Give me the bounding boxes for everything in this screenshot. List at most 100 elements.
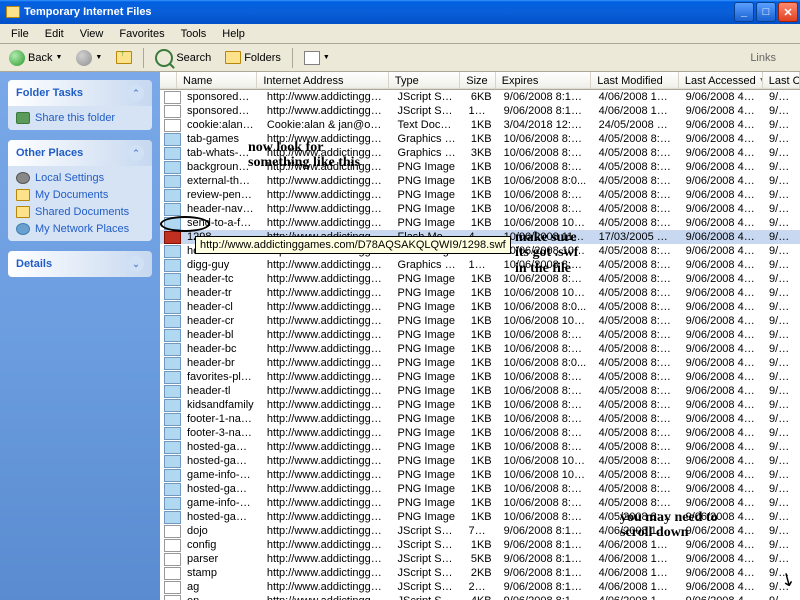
table-row[interactable]: footer-1-nav-sephttp://www.addictinggame… (160, 412, 800, 426)
file-icon (164, 301, 181, 314)
menu-tools[interactable]: Tools (174, 26, 214, 42)
file-rows[interactable]: sponsored_link...http://www.addictinggam… (160, 90, 800, 600)
file-icon (164, 399, 181, 412)
folder-icon (16, 206, 30, 218)
chevron-down-icon: ⌄ (128, 256, 144, 272)
table-row[interactable]: favorites-plus-...http://www.addictingga… (160, 370, 800, 384)
table-row[interactable]: stamphttp://www.addictinggames.co...JScr… (160, 566, 800, 580)
file-icon (164, 105, 181, 118)
table-row[interactable]: parserhttp://www.addictinggames.co...JSc… (160, 552, 800, 566)
col-accessed[interactable]: Last Accessed (679, 72, 763, 89)
table-row[interactable]: dojohttp://www.addictinggames.co...JScri… (160, 524, 800, 538)
sidebar: Folder Tasks⌃ Share this folder Other Pl… (0, 72, 160, 600)
table-row[interactable]: game-info-sha...http://www.addictinggame… (160, 468, 800, 482)
file-icon (164, 133, 181, 146)
table-row[interactable]: footer-3-nav-sephttp://www.addictinggame… (160, 426, 800, 440)
table-row[interactable]: header-tchttp://www.addictinggames.co...… (160, 272, 800, 286)
back-icon (9, 50, 25, 66)
table-row[interactable]: external-thum...http://www.addictinggame… (160, 174, 800, 188)
table-row[interactable]: hosted-game-i...http://www.addictinggame… (160, 454, 800, 468)
table-row[interactable]: header-blhttp://www.addictinggames.co...… (160, 328, 800, 342)
table-row[interactable]: aghttp://www.addictinggames.co...JScript… (160, 580, 800, 594)
links-label[interactable]: Links (750, 52, 776, 64)
file-icon (164, 525, 181, 538)
table-row[interactable]: header-brhttp://www.addictinggames.co...… (160, 356, 800, 370)
file-icon (164, 175, 181, 188)
col-checked[interactable]: Last Ch (763, 72, 800, 89)
table-row[interactable]: hosted-game-i...http://www.addictinggame… (160, 482, 800, 496)
folder-tasks-header[interactable]: Folder Tasks⌃ (8, 80, 152, 106)
sidebar-item[interactable]: My Documents (16, 189, 144, 201)
table-row[interactable]: review-pencil-...http://www.addictinggam… (160, 188, 800, 202)
file-icon (164, 287, 181, 300)
table-row[interactable]: header-crhttp://www.addictinggames.co...… (160, 314, 800, 328)
file-icon (164, 567, 181, 580)
menu-favorites[interactable]: Favorites (112, 26, 171, 42)
file-icon (164, 469, 181, 482)
up-button[interactable]: ↑ (111, 49, 137, 66)
col-modified[interactable]: Last Modified (591, 72, 679, 89)
forward-button[interactable]: ▼ (71, 48, 107, 68)
file-icon (164, 91, 181, 104)
table-row[interactable]: sponsored_link...http://www.addictinggam… (160, 104, 800, 118)
folders-button[interactable]: Folders (220, 49, 286, 66)
table-row[interactable]: hosted-game-i...http://www.addictinggame… (160, 510, 800, 524)
details-header[interactable]: Details⌄ (8, 251, 152, 277)
col-address[interactable]: Internet Address (257, 72, 389, 89)
titlebar[interactable]: Temporary Internet Files _ □ ✕ (0, 0, 800, 24)
close-button[interactable]: ✕ (778, 2, 798, 22)
file-icon (164, 119, 181, 132)
table-row[interactable]: header-tlhttp://www.addictinggames.co...… (160, 384, 800, 398)
table-row[interactable]: hosted-game-i...http://www.addictinggame… (160, 440, 800, 454)
table-row[interactable]: header-trhttp://www.addictinggames.co...… (160, 286, 800, 300)
table-row[interactable]: enhttp://www.addictinggames.co...JScript… (160, 594, 800, 600)
file-icon (164, 161, 181, 174)
sidebar-item[interactable]: My Network Places (16, 223, 144, 235)
table-row[interactable]: game-info-sha...http://www.addictinggame… (160, 496, 800, 510)
file-icon (164, 581, 181, 594)
sidebar-item[interactable]: Shared Documents (16, 206, 144, 218)
table-row[interactable]: digg-guyhttp://www.addictinggames.co...G… (160, 258, 800, 272)
menu-view[interactable]: View (73, 26, 111, 42)
file-icon (164, 203, 181, 216)
folder-tasks-panel: Folder Tasks⌃ Share this folder (8, 80, 152, 130)
table-row[interactable]: kidsandfamilyhttp://www.addictinggames.c… (160, 398, 800, 412)
col-size[interactable]: Size (460, 72, 495, 89)
folder-icon (16, 172, 30, 184)
window-title: Temporary Internet Files (24, 6, 152, 18)
col-name[interactable]: Name (177, 72, 257, 89)
table-row[interactable]: header-clhttp://www.addictinggames.co...… (160, 300, 800, 314)
file-icon (164, 385, 181, 398)
menu-file[interactable]: File (4, 26, 36, 42)
back-button[interactable]: Back▼ (4, 48, 67, 68)
table-row[interactable]: header-bchttp://www.addictinggames.co...… (160, 342, 800, 356)
forward-icon (76, 50, 92, 66)
folder-icon (16, 189, 30, 201)
other-places-header[interactable]: Other Places⌃ (8, 140, 152, 166)
table-row[interactable]: cookie:alan & j...Cookie:alan & jan@over… (160, 118, 800, 132)
table-row[interactable]: header-nav-sephttp://www.addictinggames.… (160, 202, 800, 216)
maximize-button[interactable]: □ (756, 2, 776, 22)
toolbar: Back▼ ▼ ↑ Search Folders ▼ Links (0, 44, 800, 72)
file-icon (164, 427, 181, 440)
menu-edit[interactable]: Edit (38, 26, 71, 42)
file-icon (164, 553, 181, 566)
table-row[interactable]: sponsored_link...http://www.addictinggam… (160, 90, 800, 104)
search-button[interactable]: Search (150, 47, 216, 69)
minimize-button[interactable]: _ (734, 2, 754, 22)
sidebar-item[interactable]: Local Settings (16, 172, 144, 184)
tooltip: http://www.addictinggames.com/D78AQSAKQL… (195, 236, 511, 254)
share-folder-link[interactable]: Share this folder (16, 112, 144, 124)
file-icon (164, 245, 181, 258)
table-row[interactable]: send-to-a-friendhttp://www.addictinggame… (160, 216, 800, 230)
table-row[interactable]: confighttp://www.addictinggames.co...JSc… (160, 538, 800, 552)
search-icon (155, 49, 173, 67)
views-button[interactable]: ▼ (299, 49, 335, 67)
table-row[interactable]: tab-gameshttp://www.addictinggames.co...… (160, 132, 800, 146)
table-row[interactable]: tab-whats-hot-...http://www.addictinggam… (160, 146, 800, 160)
menu-help[interactable]: Help (215, 26, 252, 42)
col-expires[interactable]: Expires (496, 72, 592, 89)
table-row[interactable]: background-gr...http://www.addictinggame… (160, 160, 800, 174)
file-icon (164, 259, 181, 272)
col-type[interactable]: Type (389, 72, 460, 89)
